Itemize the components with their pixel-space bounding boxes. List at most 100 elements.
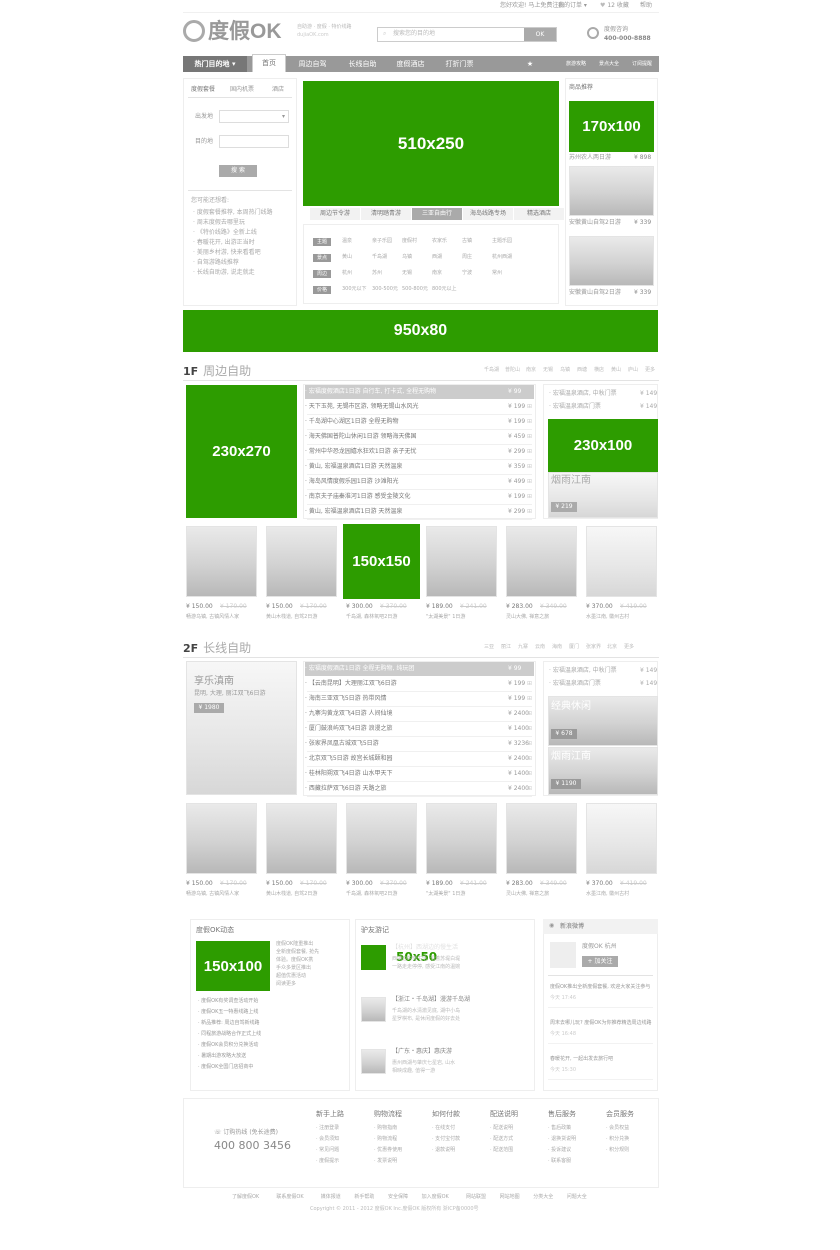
- help-link[interactable]: · 支付宝付款: [432, 1137, 460, 1142]
- product-name[interactable]: 畅游乌镇, 古镇风情人家: [186, 615, 239, 620]
- floor-link[interactable]: 北京: [607, 645, 617, 650]
- product-name[interactable]: "太湖美景" 1日游: [426, 892, 465, 897]
- hot-tag-link[interactable]: 农家乐: [432, 239, 447, 244]
- floor-link[interactable]: 南京: [526, 368, 536, 373]
- recommend-name-2[interactable]: 安徽黄山自驾2日游: [569, 220, 621, 226]
- weibo-post[interactable]: 度假OK推出全新度假套餐, 欢迎大家关注参与: [550, 985, 650, 990]
- floor-link[interactable]: 云南: [535, 645, 545, 650]
- cart-icon[interactable]: ⊞: [527, 711, 532, 717]
- guide-image[interactable]: [361, 997, 386, 1022]
- hot-link[interactable]: · 春暖花开, 出游正当时: [193, 240, 255, 246]
- search-input[interactable]: 搜索您的目的地: [393, 31, 435, 37]
- hot-tag-link[interactable]: 苏州: [372, 271, 382, 276]
- list-item[interactable]: · 北京双飞5日游 故宫长城颐和园: [305, 752, 534, 766]
- floor1-side-placeholder[interactable]: 230x100: [548, 419, 658, 472]
- footer-link[interactable]: 了解度假OK: [232, 1195, 259, 1200]
- news-item[interactable]: · 同程旅游战略合作正式上线: [198, 1032, 261, 1037]
- cart-icon[interactable]: ⊞: [527, 771, 532, 777]
- guide-headline[interactable]: 【杭州】西湖边的慢生活: [392, 945, 458, 951]
- list-item[interactable]: · 厦门鼓浪屿双飞4日游 浪漫之旅: [305, 722, 534, 736]
- search-tab-package[interactable]: 度假套餐: [191, 87, 215, 93]
- floor-link[interactable]: 千岛湖: [484, 368, 499, 373]
- list-item[interactable]: · 桂林阳朔双飞4日游 山水甲天下: [305, 767, 534, 781]
- logo-text[interactable]: 度假OK: [208, 21, 282, 42]
- cart-icon[interactable]: ⊞: [527, 434, 532, 440]
- list-item[interactable]: · 南京夫子庙秦淮河1日游 感受金陵文化: [305, 490, 534, 504]
- floor-link[interactable]: 更多: [645, 368, 655, 373]
- help-link[interactable]: · 配送范围: [490, 1148, 513, 1153]
- product-name[interactable]: 千岛湖, 森林氧吧2日游: [346, 892, 397, 897]
- hot-tag-link[interactable]: 杭州: [342, 271, 352, 276]
- cart-icon[interactable]: ⊞: [527, 389, 532, 395]
- cart-icon[interactable]: ⊞: [527, 479, 532, 485]
- list-item[interactable]: · 宏福度假酒店1日游 自行车, 打卡式, 全程无购物: [305, 385, 534, 399]
- recommend-placeholder[interactable]: 170x100: [569, 101, 654, 152]
- help-link[interactable]: · 配送说明: [490, 1126, 513, 1131]
- product-image[interactable]: [346, 803, 417, 874]
- cart-icon[interactable]: ⊞: [527, 404, 532, 410]
- list-item[interactable]: · 黄山, 宏福温泉酒店1日游 天然温泉: [305, 460, 534, 474]
- news-intro-line[interactable]: 阅读更多: [276, 982, 296, 987]
- help-link[interactable]: · 退款说明: [432, 1148, 455, 1153]
- top-link-help[interactable]: 帮助: [640, 3, 652, 9]
- floor-link[interactable]: 厦门: [569, 645, 579, 650]
- nav-right-spots[interactable]: 景点大全: [594, 56, 624, 72]
- hot-tag-link[interactable]: 300-500元: [372, 287, 398, 292]
- hot-link[interactable]: · 度假套餐推荐, 本周热门线路: [193, 210, 273, 216]
- list-item[interactable]: · 常州中华恐龙园嬉水狂欢1日游 亲子无忧: [305, 445, 534, 459]
- list-item[interactable]: · 九寨沟黄龙双飞4日游 人间仙境: [305, 707, 534, 721]
- hot-tag-link[interactable]: 杭州西湖: [492, 255, 512, 260]
- nav-hotel[interactable]: 度假酒店: [388, 56, 433, 72]
- help-link[interactable]: · 在线支付: [432, 1126, 455, 1131]
- banner-tab[interactable]: 精选酒店: [514, 208, 564, 220]
- guide-image[interactable]: [361, 1049, 386, 1074]
- recommend-name-1[interactable]: 苏州农人两日游: [569, 155, 611, 161]
- recommend-name-3[interactable]: 安徽黄山自驾2日游: [569, 290, 621, 296]
- ad-banner-placeholder[interactable]: 950x80: [183, 310, 658, 352]
- product-image[interactable]: [266, 803, 337, 874]
- list-item[interactable]: · 海南三亚双飞5日游 热带风情: [305, 692, 534, 706]
- footer-link[interactable]: 安全保障: [388, 1195, 408, 1200]
- product-image[interactable]: [426, 526, 497, 597]
- floor1-main-placeholder[interactable]: 230x270: [186, 385, 297, 518]
- product-image[interactable]: [426, 803, 497, 874]
- nav-home[interactable]: 首页: [252, 54, 286, 72]
- weibo-post[interactable]: 春暖花开, 一起出发去旅行吧: [550, 1057, 613, 1062]
- help-link[interactable]: · 会员权益: [606, 1126, 629, 1131]
- product-image[interactable]: [186, 526, 257, 597]
- help-link[interactable]: · 注册登录: [316, 1126, 339, 1131]
- weibo-post[interactable]: 周末去哪儿玩? 度假OK为你推荐精选周边线路: [550, 1021, 651, 1026]
- footer-link[interactable]: 网站地图: [500, 1195, 520, 1200]
- footer-link[interactable]: 媒体报道: [321, 1195, 341, 1200]
- news-item[interactable]: · 新品推荐: 周边自驾新线路: [198, 1021, 259, 1026]
- nav-destinations-dropdown[interactable]: 热门目的地 ▾: [183, 56, 247, 72]
- product-name[interactable]: 灵山大佛, 禅意之旅: [506, 892, 549, 897]
- floor-link[interactable]: 无锡: [543, 368, 553, 373]
- footer-link[interactable]: 问题大全: [567, 1195, 587, 1200]
- product-name[interactable]: 千岛湖, 森林氧吧2日游: [346, 615, 397, 620]
- nav-tickets[interactable]: 打折门票: [437, 56, 482, 72]
- help-link[interactable]: · 购物指南: [374, 1126, 397, 1131]
- list-item[interactable]: · 西藏拉萨双飞6日游 天路之旅: [305, 782, 534, 796]
- help-link[interactable]: · 售后政策: [548, 1126, 571, 1131]
- search-submit-button[interactable]: 搜 索: [219, 165, 257, 177]
- news-item[interactable]: · 度假OK会员积分兑换活动: [198, 1043, 258, 1048]
- help-link[interactable]: · 退换货说明: [548, 1137, 576, 1142]
- hot-tag-link[interactable]: 300元以下: [342, 287, 367, 292]
- product-name[interactable]: 灵山大佛, 禅意之旅: [506, 615, 549, 620]
- help-link[interactable]: · 会员须知: [316, 1137, 339, 1142]
- floor-link[interactable]: 横店: [594, 368, 604, 373]
- news-placeholder[interactable]: 150x100: [196, 941, 270, 991]
- guide-headline[interactable]: 【浙江・千岛湖】漫游千岛湖: [392, 997, 470, 1003]
- product-image[interactable]: [586, 803, 657, 874]
- top-link-login[interactable]: 您好欢迎! 马上免费注册: [500, 3, 564, 9]
- help-link[interactable]: · 联系客服: [548, 1159, 571, 1164]
- floor-link[interactable]: 庐山: [628, 368, 638, 373]
- cart-icon[interactable]: ⊞: [527, 726, 532, 732]
- cart-icon[interactable]: ⊞: [527, 681, 532, 687]
- product-name[interactable]: "太湖美景" 1日游: [426, 615, 465, 620]
- side-list-item[interactable]: · 宏福温泉酒店门票: [549, 681, 601, 687]
- banner-tab[interactable]: 清明踏青游: [361, 208, 411, 220]
- hot-tag-link[interactable]: 西湖: [432, 255, 442, 260]
- hot-tag-link[interactable]: 南京: [432, 271, 442, 276]
